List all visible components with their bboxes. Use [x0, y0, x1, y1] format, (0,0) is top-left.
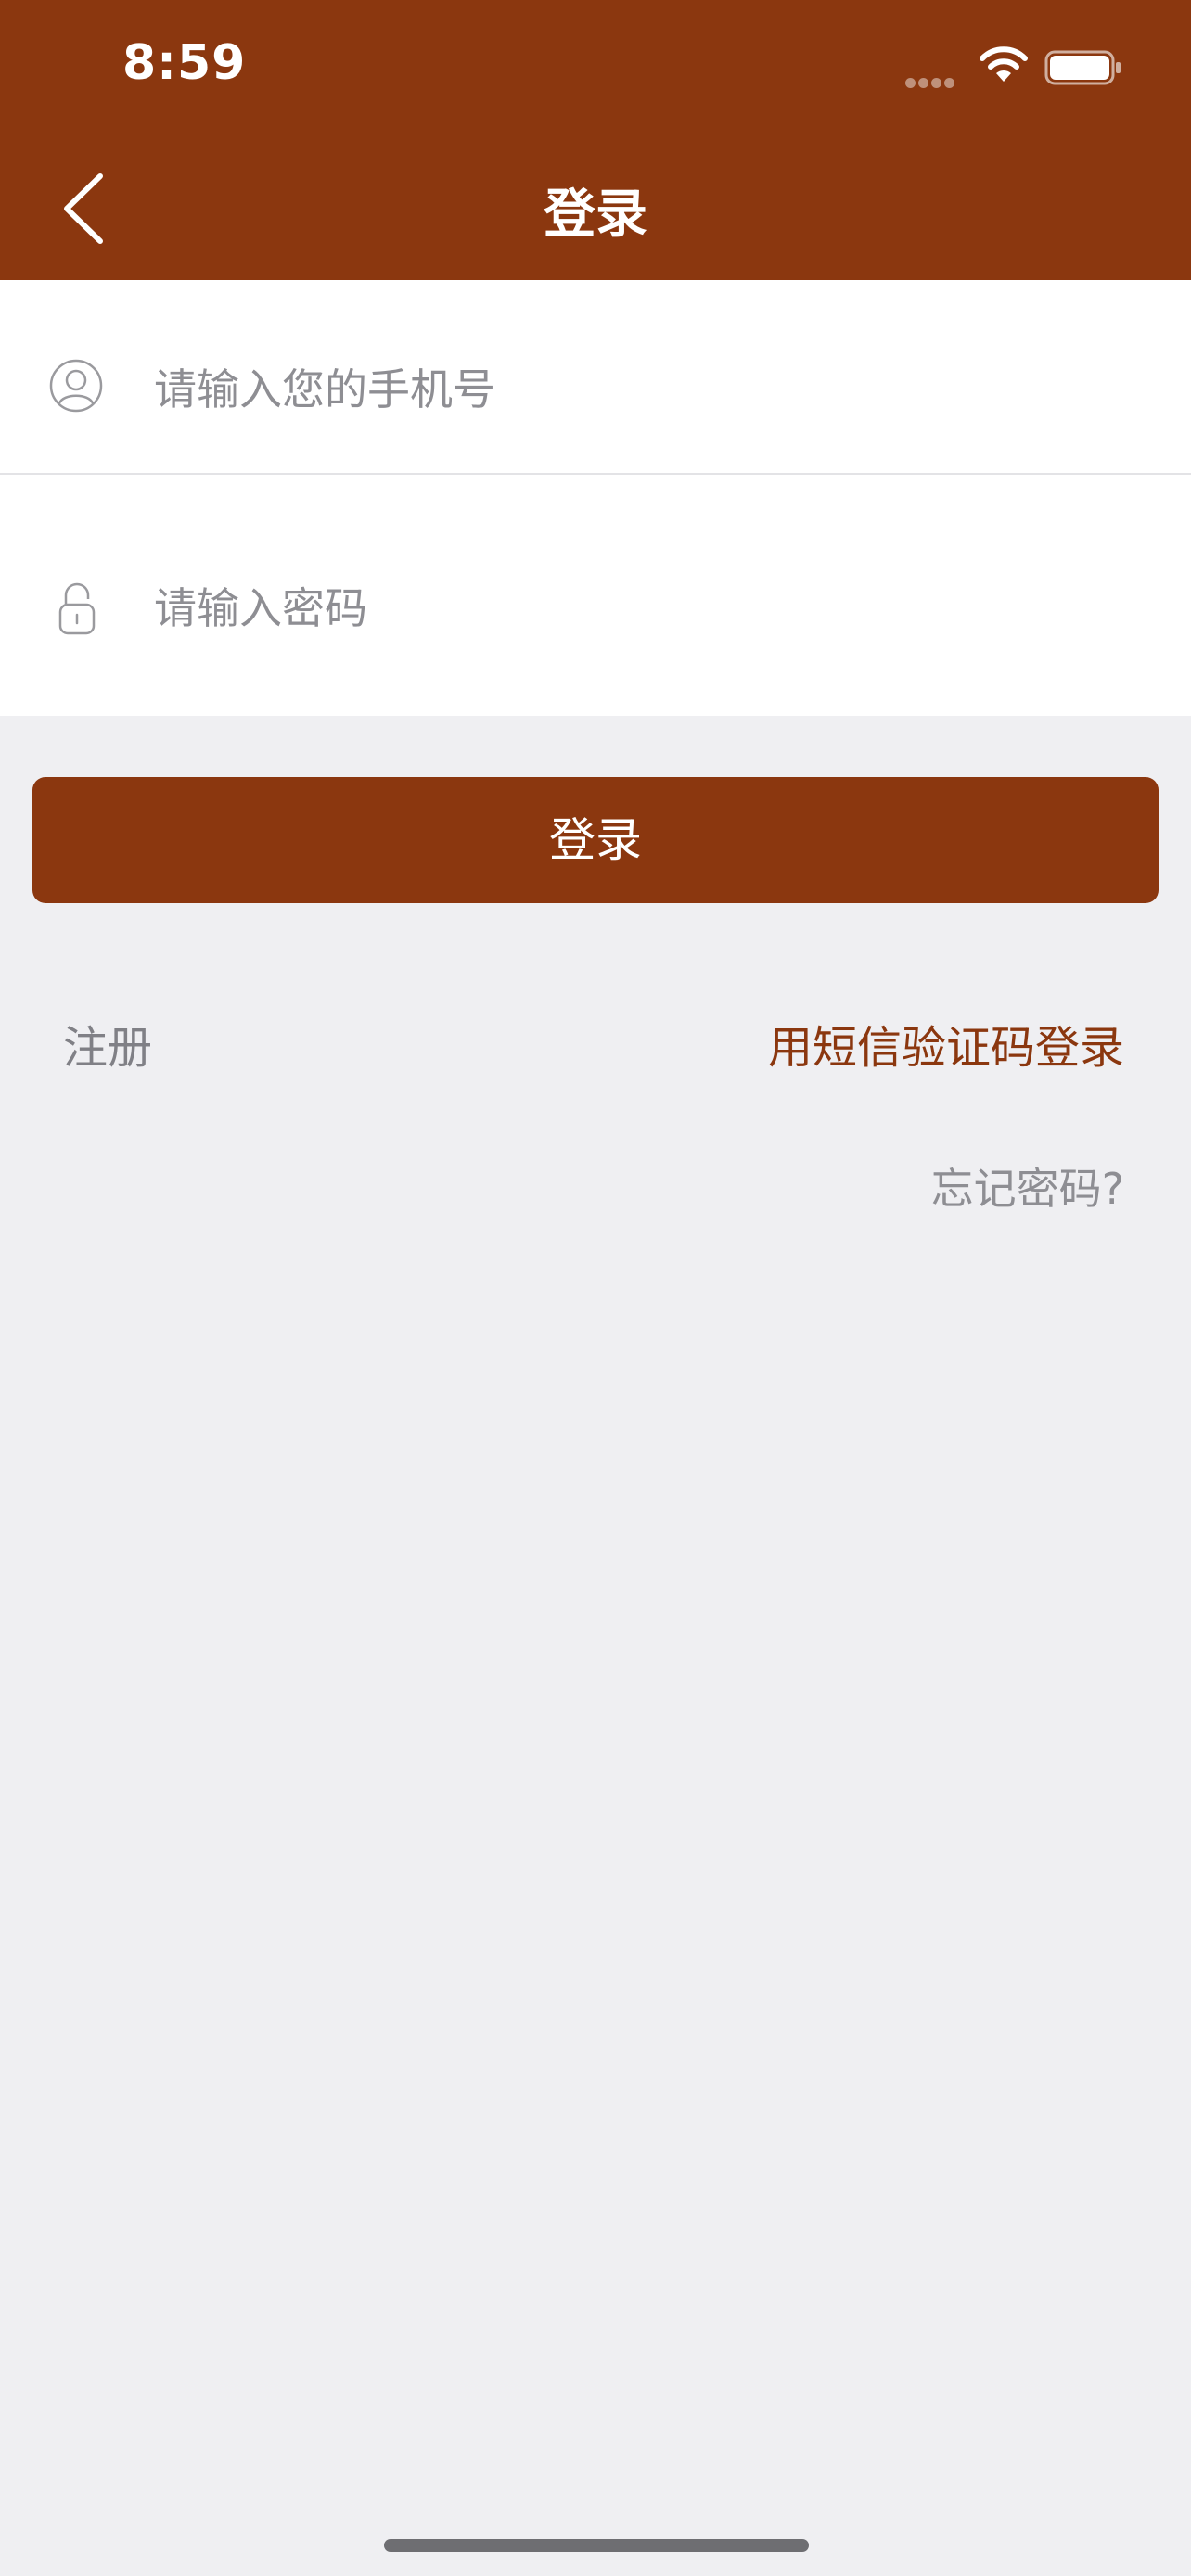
- password-field-row: [0, 475, 1191, 716]
- lock-icon: [58, 582, 96, 635]
- home-indicator[interactable]: [384, 2539, 809, 2552]
- login-button[interactable]: 登录: [32, 777, 1159, 903]
- phone-field-row: [0, 280, 1191, 473]
- login-screen: 8:59 登录 请输入您的手机号 登录 注册 用短信验证码登录 忘记密码?: [0, 0, 1191, 2576]
- login-form: [0, 280, 1191, 716]
- battery-icon: [1044, 50, 1121, 85]
- user-icon: [49, 359, 103, 413]
- wifi-icon: [980, 46, 1028, 82]
- password-input[interactable]: [154, 571, 1128, 645]
- phone-input[interactable]: [154, 352, 1128, 427]
- signal-icon: [905, 74, 965, 88]
- sms-login-link[interactable]: 用短信验证码登录: [768, 1011, 1124, 1076]
- top-bar: 8:59 登录: [0, 0, 1191, 280]
- register-link[interactable]: 注册: [63, 1011, 152, 1076]
- page-title: 登录: [544, 185, 647, 245]
- forgot-password-link[interactable]: 忘记密码?: [931, 1155, 1124, 1217]
- status-time: 8:59: [122, 35, 247, 91]
